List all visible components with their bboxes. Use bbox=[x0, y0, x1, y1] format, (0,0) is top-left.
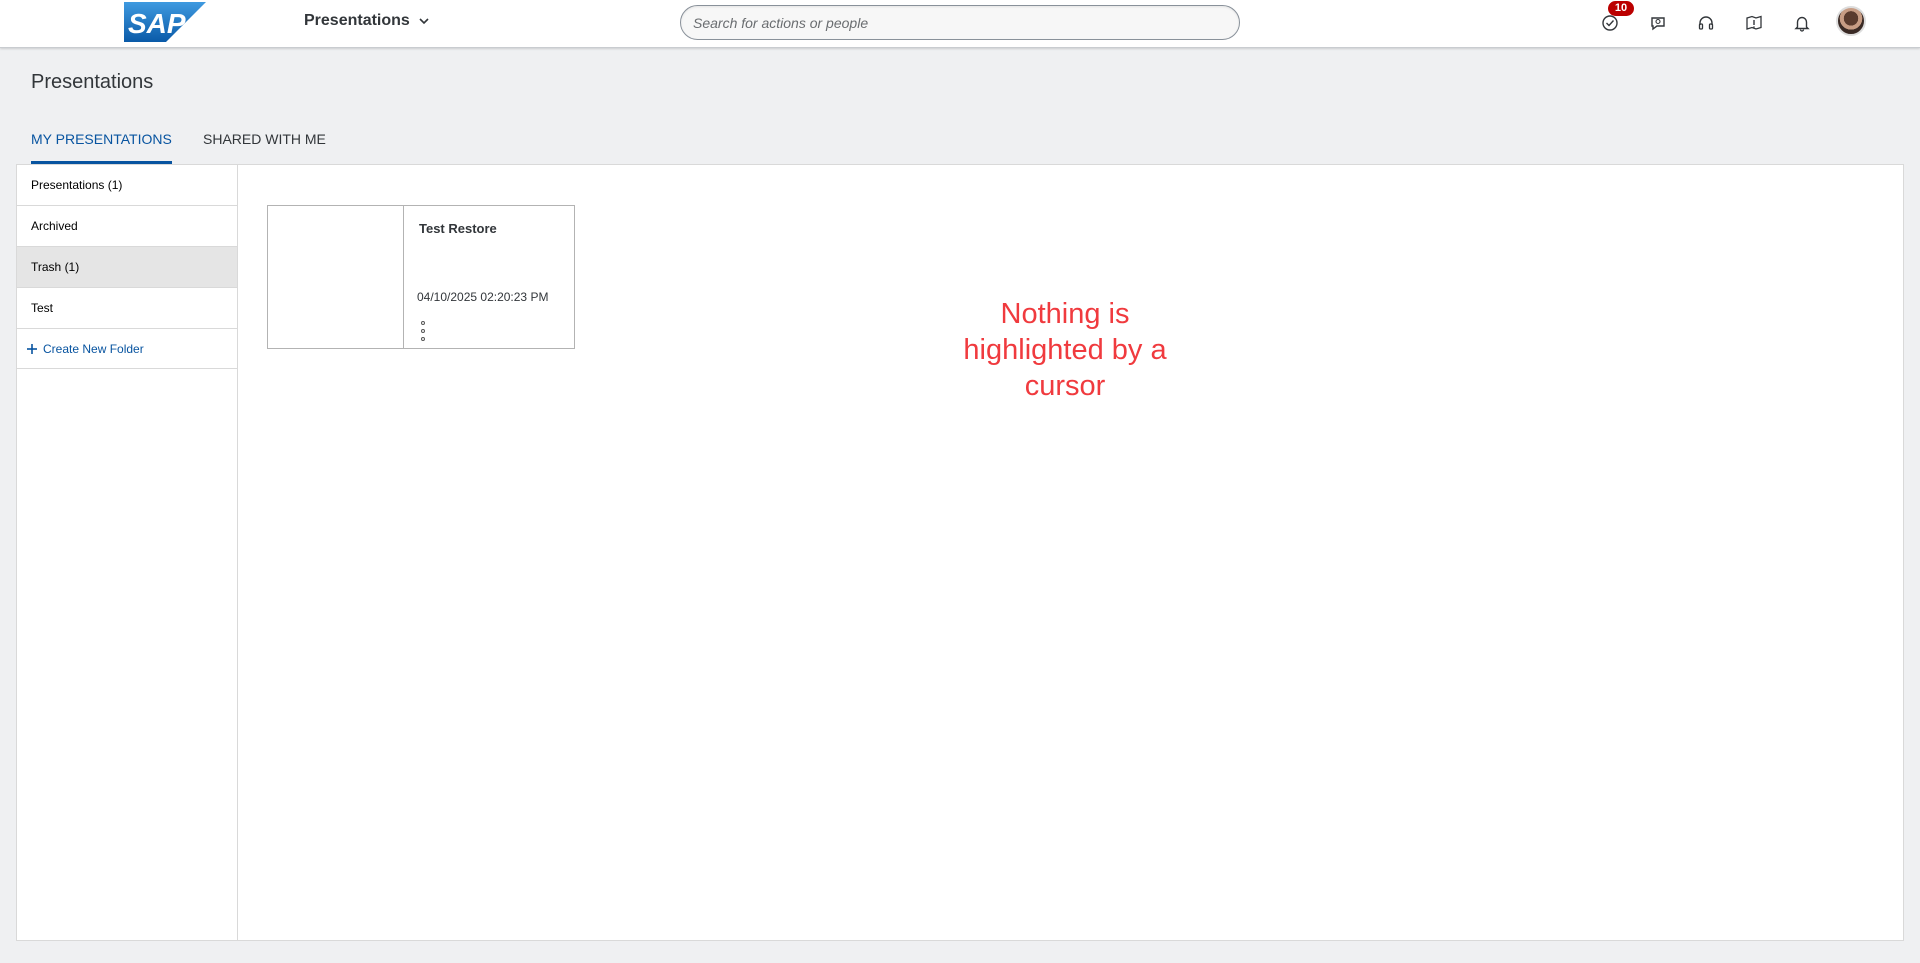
presentation-date: 04/10/2025 02:20:23 PM bbox=[417, 290, 549, 304]
page-title: Presentations bbox=[31, 71, 154, 93]
user-avatar[interactable] bbox=[1836, 6, 1866, 36]
search-input[interactable] bbox=[680, 5, 1240, 40]
notification-count-badge: 10 bbox=[1608, 1, 1634, 16]
sidebar-item-trash[interactable]: Trash (1) bbox=[17, 247, 237, 288]
presentation-card[interactable]: Test Restore 04/10/2025 02:20:23 PM bbox=[267, 205, 575, 349]
sidebar-item-presentations[interactable]: Presentations (1) bbox=[17, 165, 237, 206]
app-title-menu[interactable]: Presentations bbox=[304, 12, 430, 30]
chevron-down-icon bbox=[419, 18, 429, 25]
tab-my-presentations[interactable]: MY PRESENTATIONS bbox=[31, 131, 172, 165]
bottom-bar bbox=[0, 941, 1920, 963]
create-new-folder-button[interactable]: Create New Folder bbox=[17, 329, 237, 369]
create-new-folder-label: Create New Folder bbox=[43, 341, 144, 356]
guide-book-icon[interactable] bbox=[1741, 10, 1767, 36]
presentation-title: Test Restore bbox=[419, 221, 497, 236]
annotation-text: Nothing is highlighted by a cursor bbox=[963, 298, 1167, 402]
bell-icon[interactable] bbox=[1789, 10, 1815, 36]
shell-bar: SAP Presentations 10 bbox=[0, 0, 1920, 48]
chat-icon[interactable] bbox=[1645, 10, 1671, 36]
more-options-icon[interactable] bbox=[418, 321, 428, 341]
tab-shared-with-me[interactable]: SHARED WITH ME bbox=[203, 131, 326, 161]
app-title: Presentations bbox=[304, 12, 410, 29]
presentation-thumbnail bbox=[268, 206, 404, 348]
plus-icon bbox=[27, 343, 37, 354]
folder-sidebar: Presentations (1) Archived Trash (1) Tes… bbox=[17, 165, 238, 940]
content-panel: Presentations (1) Archived Trash (1) Tes… bbox=[16, 164, 1904, 941]
sap-logo[interactable]: SAP bbox=[124, 2, 206, 42]
sidebar-item-archived[interactable]: Archived bbox=[17, 206, 237, 247]
headset-icon[interactable] bbox=[1693, 10, 1719, 36]
sidebar-item-test[interactable]: Test bbox=[17, 288, 237, 329]
logo-text: SAP bbox=[128, 8, 186, 39]
